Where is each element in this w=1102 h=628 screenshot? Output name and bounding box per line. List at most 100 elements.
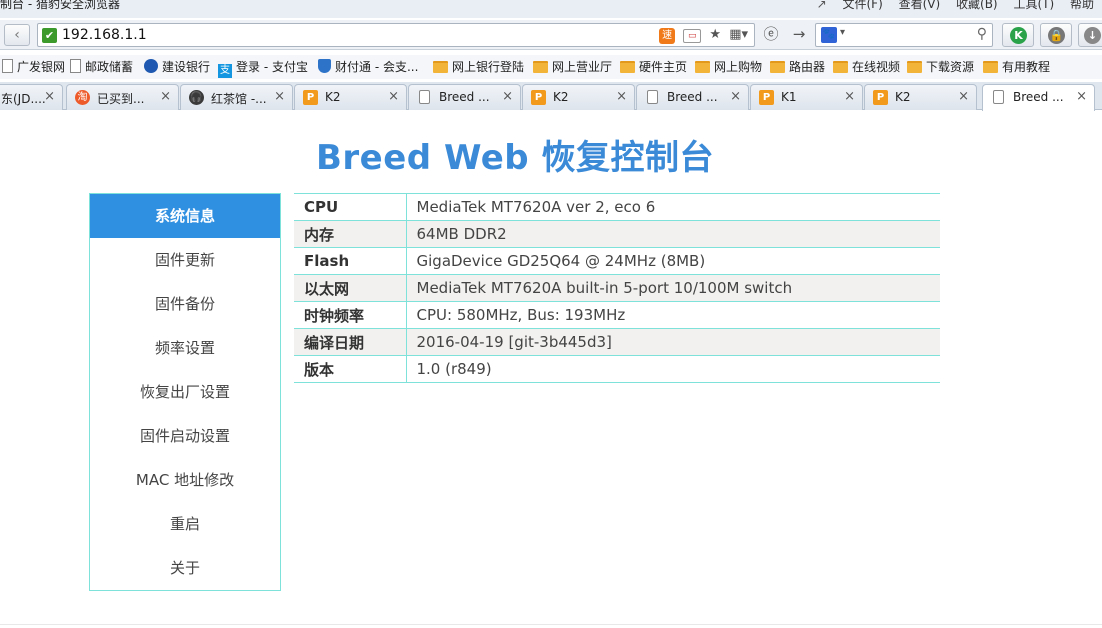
- sidebar-item-boot-settings[interactable]: 固件启动设置: [90, 414, 280, 458]
- bookmarks-bar: 广发银网 邮政储蓄 建设银行 支登录 - 支付宝 财付通 - 会支... 网上银…: [0, 55, 1102, 79]
- close-icon[interactable]: ×: [388, 89, 399, 104]
- bookmark-folder[interactable]: 在线视频: [833, 59, 900, 75]
- folder-icon: [533, 61, 548, 73]
- bookmark-folder[interactable]: 硬件主页: [620, 59, 687, 75]
- folder-icon: [983, 61, 998, 73]
- sidebar-item-factory-reset[interactable]: 恢复出厂设置: [90, 370, 280, 414]
- close-icon[interactable]: ×: [730, 89, 741, 104]
- lock-icon: 🔒: [1048, 27, 1065, 44]
- page-icon: [70, 59, 81, 73]
- folder-icon: [907, 61, 922, 73]
- sidebar-item-firmware-update[interactable]: 固件更新: [90, 238, 280, 282]
- sidebar-menu: 系统信息 固件更新 固件备份 频率设置 恢复出厂设置 固件启动设置 MAC 地址…: [89, 193, 281, 591]
- sidebar-item-system-info[interactable]: 系统信息: [90, 194, 280, 238]
- plugin-icon[interactable]: 速: [659, 28, 676, 44]
- table-row: Flash GigaDevice GD25Q64 @ 24MHz (8MB): [294, 247, 940, 275]
- bookmark-item[interactable]: 支登录 - 支付宝: [218, 59, 308, 78]
- page-icon: [993, 90, 1004, 104]
- close-icon[interactable]: ×: [958, 89, 969, 104]
- address-text[interactable]: 192.168.1.1: [62, 27, 147, 43]
- sidebar-item-reboot[interactable]: 重启: [90, 502, 280, 546]
- alipay-icon: 支: [218, 64, 232, 78]
- table-row: 时钟频率 CPU: 580MHz, Bus: 193MHz: [294, 301, 940, 329]
- bookmark-folder[interactable]: 网上银行登陆: [433, 59, 524, 75]
- secure-check-icon: ✔: [42, 28, 57, 43]
- bookmark-folder[interactable]: 路由器: [770, 59, 825, 75]
- tab-active[interactable]: Breed ... ×: [982, 84, 1095, 111]
- divider: [0, 624, 1102, 625]
- download-button[interactable]: ↓: [1078, 23, 1102, 47]
- tab[interactable]: P K1 ×: [750, 84, 863, 110]
- tab[interactable]: 淘已买到... ×: [66, 84, 179, 110]
- sidebar-item-firmware-backup[interactable]: 固件备份: [90, 282, 280, 326]
- table-row: CPU MediaTek MT7620A ver 2, eco 6: [294, 193, 940, 221]
- tab[interactable]: P K2 ×: [864, 84, 977, 110]
- tab[interactable]: 东(JD.... ×: [0, 84, 63, 110]
- close-icon[interactable]: ×: [844, 89, 855, 104]
- menu-help[interactable]: 帮助: [1070, 0, 1094, 11]
- folder-icon: [770, 61, 785, 73]
- bookmark-folder[interactable]: 网上营业厅: [533, 59, 612, 75]
- sidebar-item-about[interactable]: 关于: [90, 546, 280, 590]
- table-row: 以太网 MediaTek MT7620A built-in 5-port 10/1…: [294, 274, 940, 302]
- sidebar-item-mac-address[interactable]: MAC 地址修改: [90, 458, 280, 502]
- address-bar[interactable]: ✔ 192.168.1.1 速 ▭ ★ ▦▾: [37, 23, 755, 47]
- adblock-icon[interactable]: ▭: [683, 29, 702, 43]
- info-key: 编译日期: [294, 328, 407, 356]
- sidebar-item-frequency[interactable]: 频率设置: [90, 326, 280, 370]
- k-icon: P: [873, 90, 888, 105]
- kingsoft-button[interactable]: K: [1002, 23, 1034, 47]
- info-key: 版本: [294, 355, 407, 383]
- search-icon[interactable]: ⚲: [977, 26, 987, 42]
- k-icon: P: [303, 90, 318, 105]
- info-value: 64MB DDR2: [406, 220, 940, 248]
- back-button[interactable]: ‹: [4, 24, 30, 46]
- table-row: 内存 64MB DDR2: [294, 220, 940, 248]
- close-icon[interactable]: ×: [1076, 89, 1087, 104]
- close-icon[interactable]: ×: [160, 89, 171, 104]
- tab[interactable]: P K2 ×: [294, 84, 407, 110]
- bookmark-item[interactable]: 广发银网: [2, 59, 65, 75]
- info-key: 时钟频率: [294, 301, 407, 329]
- lock-button[interactable]: 🔒: [1040, 23, 1072, 47]
- table-row: 版本 1.0 (r849): [294, 355, 940, 383]
- tab[interactable]: 🎧 红茶馆 -... ×: [180, 84, 293, 110]
- close-icon[interactable]: ×: [502, 89, 513, 104]
- page-title: Breed Web 恢复控制台: [315, 138, 714, 178]
- info-value: CPU: 580MHz, Bus: 193MHz: [406, 301, 940, 329]
- menu-file[interactable]: 文件(F): [843, 0, 883, 11]
- close-icon[interactable]: ×: [616, 89, 627, 104]
- bookmark-item[interactable]: 邮政储蓄: [70, 59, 133, 75]
- menu-favorites[interactable]: 收藏(B): [956, 0, 998, 11]
- bookmark-folder[interactable]: 下载资源: [907, 59, 974, 75]
- pin-icon[interactable]: ↗: [817, 0, 827, 11]
- chevron-down-icon[interactable]: ▾: [840, 27, 845, 38]
- bookmark-folder[interactable]: 网上购物: [695, 59, 762, 75]
- window-titlebar: 制台 - 猎豹安全浏览器 ↗ 文件(F) 查看(V) 收藏(B) 工具(T) 帮…: [0, 0, 1102, 18]
- address-bar-icons: 速 ▭ ★ ▦▾: [655, 27, 748, 44]
- menu-view[interactable]: 查看(V): [899, 0, 941, 11]
- taobao-icon: 淘: [75, 90, 90, 105]
- close-icon[interactable]: ×: [44, 89, 55, 104]
- info-value: 1.0 (r849): [406, 355, 940, 383]
- search-box[interactable]: 🐾 ▾ ⚲: [815, 23, 993, 47]
- go-arrow-icon[interactable]: →: [788, 24, 810, 46]
- tab[interactable]: Breed ... ×: [408, 84, 521, 110]
- k-icon: P: [759, 90, 774, 105]
- bookmark-folder[interactable]: 有用教程: [983, 59, 1050, 75]
- search-engine-icon[interactable]: 🐾: [821, 27, 837, 43]
- bookmark-item[interactable]: 建设银行: [144, 59, 210, 75]
- favorite-star-icon[interactable]: ★: [709, 27, 721, 42]
- qr-icon[interactable]: ▦▾: [729, 27, 748, 42]
- page-icon: [419, 90, 430, 104]
- bookmark-item[interactable]: 财付通 - 会支...: [318, 59, 418, 75]
- tab-strip: 东(JD.... × 淘已买到... × 🎧 红茶馆 -... × P K2 × Breed…: [0, 82, 1102, 111]
- menu-tools[interactable]: 工具(T): [1013, 0, 1054, 11]
- ie-mode-icon[interactable]: ⓔ: [760, 24, 782, 46]
- folder-icon: [620, 61, 635, 73]
- tab[interactable]: P K2 ×: [522, 84, 635, 110]
- info-key: Flash: [294, 247, 407, 275]
- close-icon[interactable]: ×: [274, 89, 285, 104]
- tab[interactable]: Breed ... ×: [636, 84, 749, 110]
- info-value: MediaTek MT7620A built-in 5-port 10/100M…: [406, 274, 940, 302]
